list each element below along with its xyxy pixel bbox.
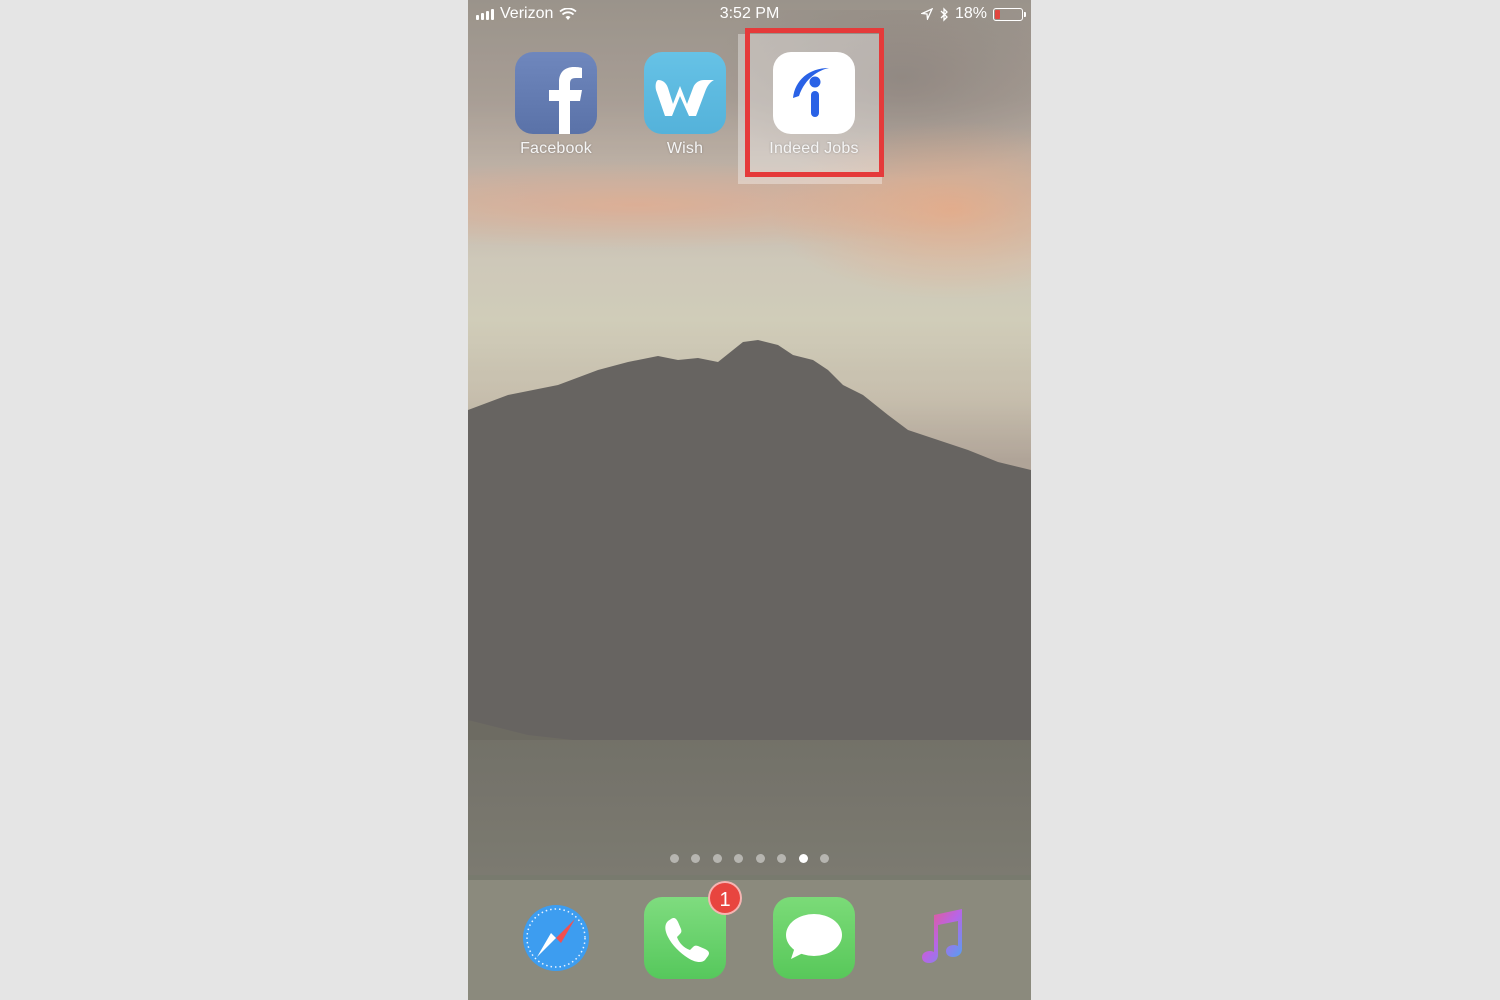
- bluetooth-icon: [940, 6, 948, 22]
- location-icon: [920, 8, 933, 20]
- page-dot: [755, 854, 765, 863]
- page-dot: [777, 854, 787, 863]
- messages-icon: [773, 897, 855, 979]
- app-facebook[interactable]: Facebook: [501, 52, 611, 158]
- page-dot: [734, 854, 744, 863]
- page-dot: [798, 854, 808, 863]
- app-label: Wish: [666, 140, 704, 157]
- status-bar: Verizon 3:52 PM 18%: [468, 0, 1031, 28]
- page-dot: [820, 854, 830, 863]
- page-dot: [691, 854, 701, 863]
- safari-icon: [515, 897, 597, 979]
- notification-badge: 1: [708, 881, 742, 915]
- highlight-box: [745, 28, 884, 177]
- dock-app-safari[interactable]: [501, 897, 611, 979]
- battery-icon: [993, 7, 1026, 21]
- status-right: 18%: [920, 5, 1026, 23]
- page-dot: [712, 854, 722, 863]
- dock-app-music[interactable]: [888, 897, 998, 979]
- app-label: Facebook: [520, 140, 592, 157]
- battery-fill: [995, 9, 1000, 19]
- wish-icon: [644, 52, 726, 134]
- page-indicator[interactable]: [468, 854, 1031, 863]
- facebook-icon: [515, 52, 597, 134]
- dock-app-messages[interactable]: [759, 897, 869, 979]
- page-dot: [669, 854, 679, 863]
- app-wish[interactable]: Wish: [630, 52, 740, 158]
- music-icon: [902, 897, 984, 979]
- battery-percent: 18%: [954, 5, 987, 22]
